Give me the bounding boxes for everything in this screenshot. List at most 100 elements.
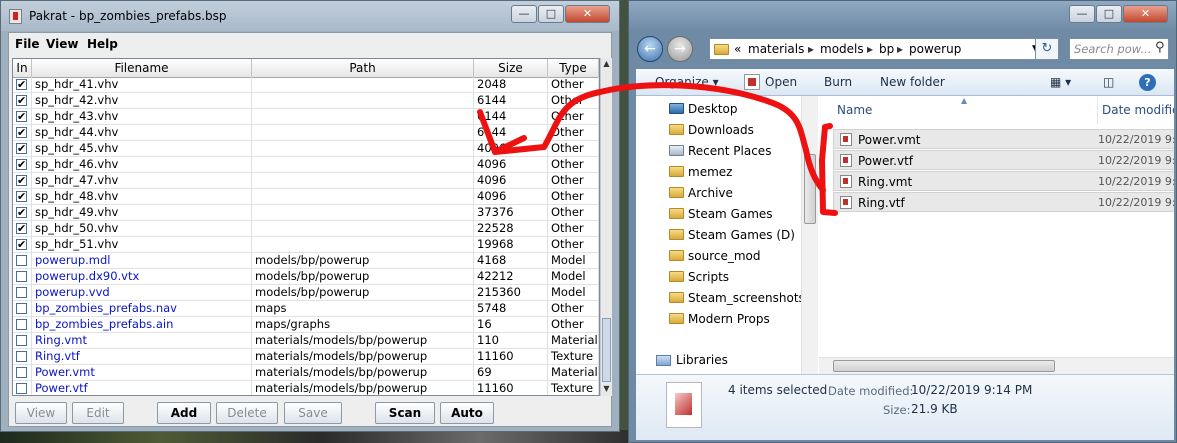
include-checkbox[interactable] — [16, 125, 27, 140]
table-row[interactable]: sp_hdr_50.vhv 22528Other — [13, 221, 599, 237]
table-row[interactable]: bp_zombies_prefabs.ain maps/graphs 16 Other — [13, 317, 599, 333]
breadcrumb-overflow[interactable]: « — [734, 42, 741, 56]
explorer-titlebar[interactable]: — □ ✕ — [629, 1, 1176, 31]
new-folder-button[interactable]: New folder — [880, 75, 945, 89]
burn-button[interactable]: Burn — [824, 75, 852, 89]
include-checkbox[interactable] — [16, 383, 27, 394]
nav-item[interactable]: Steam_screenshots — [636, 287, 803, 308]
breadcrumb-materials[interactable]: materials — [748, 42, 804, 56]
nav-item[interactable]: Archive — [636, 182, 803, 203]
include-checkbox[interactable] — [16, 255, 27, 266]
column-header-date-modified[interactable]: Date modified — [1097, 96, 1174, 124]
table-row[interactable]: Ring.vtf materials/models/bp/powerup 11160… — [13, 349, 599, 365]
table-row[interactable]: sp_hdr_49.vhv 37376Other — [13, 205, 599, 221]
include-checkbox[interactable] — [16, 189, 27, 204]
minimize-button[interactable]: — — [511, 5, 537, 23]
nav-item[interactable]: Recent Places — [636, 140, 803, 161]
breadcrumb-models[interactable]: models — [820, 42, 864, 56]
scroll-up-icon[interactable]: ▲ — [601, 58, 612, 70]
file-list-item[interactable]: Power.vtf 10/22/2019 9:1 — [833, 150, 1174, 170]
explorer-close-button[interactable]: ✕ — [1123, 5, 1168, 23]
file-list-item[interactable]: Power.vmt 10/22/2019 9:1 — [833, 129, 1174, 149]
include-checkbox[interactable] — [16, 303, 27, 314]
table-row[interactable]: powerup.mdl models/bp/powerup 4168 Model — [13, 253, 599, 269]
include-checkbox[interactable] — [16, 287, 27, 298]
pakrat-titlebar[interactable]: Pakrat - bp_zombies_prefabs.bsp — □ ✕ — [1, 1, 619, 31]
include-checkbox[interactable] — [16, 93, 27, 108]
refresh-button[interactable]: ↻ — [1035, 38, 1059, 60]
breadcrumb-separator-icon[interactable]: ▸ — [867, 42, 873, 56]
column-header-filename[interactable]: Filename — [32, 59, 252, 77]
breadcrumb-bp[interactable]: bp — [879, 42, 894, 56]
include-checkbox[interactable] — [16, 237, 27, 252]
search-icon[interactable]: ⚲ — [1155, 40, 1165, 55]
include-checkbox[interactable] — [16, 205, 27, 220]
scrollbar-thumb[interactable] — [804, 154, 816, 224]
help-icon[interactable]: ? — [1139, 74, 1156, 91]
address-bar[interactable]: « materials ▸ models ▸ bp ▸ powerup ▼ — [709, 38, 1059, 60]
navigation-scrollbar[interactable] — [801, 96, 818, 374]
include-checkbox[interactable] — [16, 221, 27, 236]
delete-button[interactable]: Delete — [216, 402, 278, 424]
include-checkbox[interactable] — [16, 77, 27, 92]
scan-button[interactable]: Scan — [375, 402, 435, 424]
table-row[interactable]: Ring.vmt materials/models/bp/powerup 110 Ma… — [13, 333, 599, 349]
include-checkbox[interactable] — [16, 271, 27, 282]
table-row[interactable]: sp_hdr_47.vhv 4096Other — [13, 173, 599, 189]
include-checkbox[interactable] — [16, 109, 27, 124]
organize-button[interactable]: Organize ▾ — [655, 75, 719, 89]
nav-item[interactable]: source_mod — [636, 245, 803, 266]
forward-button[interactable]: → — [667, 36, 693, 62]
nav-item[interactable]: Steam Games (D) — [636, 224, 803, 245]
explorer-minimize-button[interactable]: — — [1069, 5, 1095, 23]
column-header-size[interactable]: Size — [474, 59, 548, 77]
table-row[interactable]: powerup.dx90.vtx models/bp/powerup 42212 Mo… — [13, 269, 599, 285]
nav-item[interactable]: Steam Games — [636, 203, 803, 224]
auto-button[interactable]: Auto — [440, 402, 494, 424]
include-checkbox[interactable] — [16, 351, 27, 362]
search-input[interactable]: Search pow... — [1069, 38, 1169, 60]
add-button[interactable]: Add — [157, 402, 211, 424]
table-row[interactable]: Power.vtf materials/models/bp/powerup 1116… — [13, 381, 599, 395]
table-scrollbar[interactable]: ▲ ▼ — [600, 58, 612, 396]
column-header-name[interactable]: Name — [837, 96, 872, 124]
include-checkbox[interactable] — [16, 319, 27, 330]
back-button[interactable]: ← — [637, 36, 663, 62]
nav-item[interactable]: Modern Props — [636, 308, 803, 329]
include-checkbox[interactable] — [16, 335, 27, 346]
table-row[interactable]: sp_hdr_41.vhv 2048Other — [13, 77, 599, 93]
scroll-down-icon[interactable]: ▼ — [601, 383, 612, 395]
column-header-path[interactable]: Path — [252, 59, 474, 77]
include-checkbox[interactable] — [16, 367, 27, 378]
file-list-item[interactable]: Ring.vmt 10/22/2019 9:2 — [833, 171, 1174, 191]
nav-item[interactable]: Scripts — [636, 266, 803, 287]
include-checkbox[interactable] — [16, 173, 27, 188]
column-header-type[interactable]: Type — [548, 59, 599, 77]
table-row[interactable]: sp_hdr_42.vhv 6144Other — [13, 93, 599, 109]
file-list-item[interactable]: Ring.vtf 10/22/2019 9:1 — [833, 192, 1174, 212]
scrollbar-thumb[interactable] — [833, 360, 1055, 372]
menu-file[interactable]: File — [15, 37, 40, 51]
breadcrumb-powerup[interactable]: powerup — [909, 42, 961, 56]
close-button[interactable]: ✕ — [565, 5, 610, 23]
menu-view[interactable]: View — [46, 37, 78, 51]
table-row[interactable]: sp_hdr_46.vhv 4096Other — [13, 157, 599, 173]
breadcrumb-separator-icon[interactable]: ▸ — [808, 42, 814, 56]
table-row[interactable]: sp_hdr_51.vhv 19968Other — [13, 237, 599, 253]
scrollbar-thumb[interactable] — [602, 318, 611, 382]
nav-item[interactable]: Desktop — [636, 98, 803, 119]
nav-item-libraries[interactable]: Libraries — [636, 349, 803, 370]
file-list-scrollbar[interactable] — [819, 357, 1174, 374]
table-row[interactable]: sp_hdr_44.vhv 6144Other — [13, 125, 599, 141]
menu-help[interactable]: Help — [87, 37, 118, 51]
edit-button[interactable]: Edit — [72, 402, 124, 424]
view-options-icon[interactable]: ▦ ▾ — [1050, 75, 1071, 89]
table-row[interactable]: sp_hdr_43.vhv 6144Other — [13, 109, 599, 125]
explorer-maximize-button[interactable]: □ — [1096, 5, 1122, 23]
view-button[interactable]: View — [15, 402, 67, 424]
table-row[interactable]: bp_zombies_prefabs.nav maps 5748 Other — [13, 301, 599, 317]
table-row[interactable]: powerup.vvd models/bp/powerup 215360 Model — [13, 285, 599, 301]
preview-pane-icon[interactable]: ◫ — [1103, 75, 1114, 89]
nav-item[interactable]: memez — [636, 161, 803, 182]
nav-item[interactable]: Downloads — [636, 119, 803, 140]
